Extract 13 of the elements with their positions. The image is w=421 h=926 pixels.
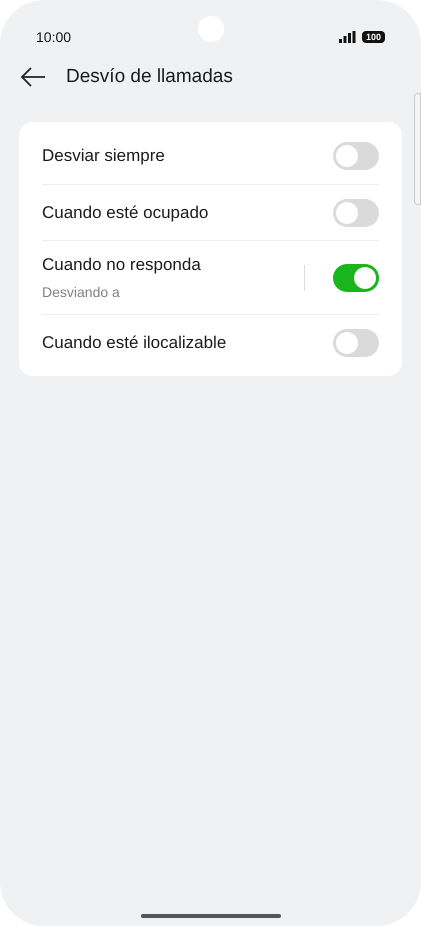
setting-subtitle: Desviando a bbox=[42, 282, 121, 302]
setting-label: Cuando no responda bbox=[42, 254, 202, 276]
toggle-switch[interactable] bbox=[333, 328, 379, 356]
battery-icon: 100 bbox=[362, 31, 385, 43]
setting-label: Cuando esté ilocalizable bbox=[42, 332, 228, 354]
setting-label: Desviar siempre bbox=[42, 145, 166, 168]
page-title: Desvío de llamadas bbox=[66, 64, 233, 89]
signal-icon bbox=[338, 31, 356, 43]
toggle-switch[interactable] bbox=[333, 198, 379, 226]
setting-label: Cuando esté ocupado bbox=[42, 202, 210, 224]
toggle-switch[interactable] bbox=[333, 142, 379, 170]
toggle-switch[interactable] bbox=[333, 264, 379, 292]
status-time: 10:00 bbox=[36, 28, 72, 46]
